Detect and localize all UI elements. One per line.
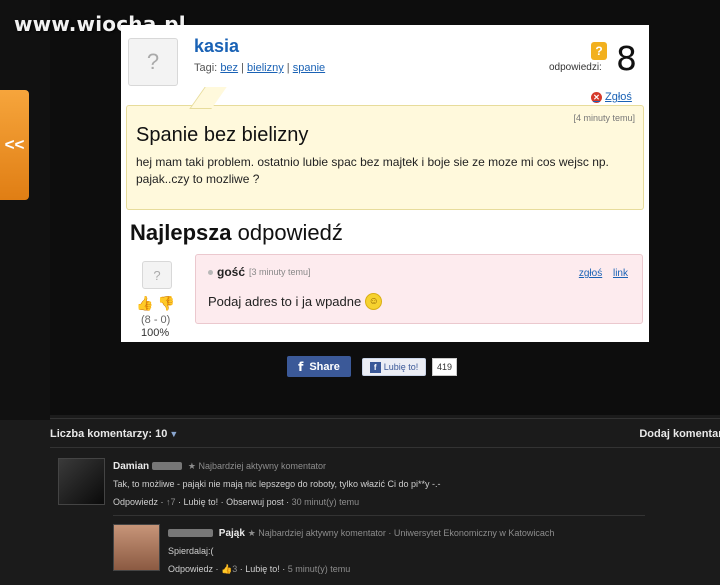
answers-count: 8: [616, 39, 637, 78]
status-dot-icon: [208, 269, 213, 275]
close-icon: ✕: [591, 91, 602, 103]
report-button[interactable]: ✕ Zgłoś: [591, 91, 632, 103]
comment-text: Spierdalaj:(: [168, 546, 214, 556]
comment-text: Tak, to możliwe - pająki nie mają nic le…: [113, 479, 441, 489]
comment-author-meta: ★ Najbardziej aktywny komentator: [187, 461, 327, 471]
best-answer-heading-rest: odpowiedź: [237, 220, 343, 245]
tags-label: Tagi:: [194, 62, 218, 74]
facebook-like-button[interactable]: f Lubię to!: [362, 358, 426, 376]
chevron-down-icon: ▼: [169, 429, 179, 439]
tag-link[interactable]: spanie: [293, 62, 325, 74]
like-label: Lubię to!: [383, 362, 419, 372]
question-card: ? kasia Tagi: bez | bielizny | spanie od…: [121, 25, 649, 342]
answer-text-row: Podaj adres to i ja wpadne ☺: [208, 293, 383, 310]
avatar[interactable]: [113, 524, 160, 571]
follow-link[interactable]: Obserwuj post: [226, 497, 284, 507]
answer-avatar: ?: [142, 261, 172, 289]
comment-author-meta: ★ Najbardziej aktywny komentator · Uniwe…: [247, 528, 555, 538]
answer-report-link[interactable]: zgłoś: [579, 268, 602, 279]
comments-bar: Liczba komentarzy: 10 ▼ Dodaj komentarz: [50, 418, 720, 448]
comment-header: Damian ★ Najbardziej aktywny komentator: [113, 461, 326, 472]
thumbs-up-icon: 👍: [221, 564, 233, 574]
smiley-icon: ☺: [365, 293, 383, 310]
comment-author[interactable]: Damian: [113, 461, 149, 472]
like-link[interactable]: Lubię to!: [184, 497, 219, 507]
avatar: ?: [128, 38, 178, 86]
comments-count-label: Liczba komentarzy: 10: [50, 428, 168, 440]
vote-buttons: 👍 👎: [136, 295, 175, 312]
question-title: Spanie bez bielizny: [136, 124, 309, 146]
answer-author: gość: [217, 265, 246, 279]
thumbs-down-icon[interactable]: 👎: [157, 295, 174, 312]
best-answer-heading-bold: Najlepsza: [130, 220, 232, 245]
left-sidebar: [0, 0, 50, 420]
redacted-surname: [152, 462, 183, 471]
answers-icon: ?: [591, 42, 607, 60]
comment-actions: Odpowiedz · 👍3 · Lubię to! · 5 minut(y) …: [168, 564, 351, 574]
facebook-icon: f: [298, 359, 304, 374]
answer-permalink[interactable]: link: [613, 268, 628, 279]
comment-author[interactable]: Pająk: [219, 528, 245, 539]
answer-time: [3 minuty temu]: [249, 267, 311, 277]
comment-divider: [113, 515, 645, 516]
tag-link[interactable]: bez: [220, 62, 238, 74]
like-count: 419: [432, 358, 458, 376]
share-label: Share: [309, 360, 340, 373]
tag-link[interactable]: bielizny: [247, 62, 284, 74]
answer-links: zgłoś link: [571, 268, 628, 279]
question-box: [4 minuty temu] Spanie bez bielizny hej …: [126, 105, 644, 210]
vote-percent: 100%: [141, 327, 170, 339]
avatar[interactable]: [58, 458, 105, 505]
reply-link[interactable]: Odpowiedz: [168, 564, 213, 574]
comment-time: 5 minut(y) temu: [287, 564, 351, 574]
comment-actions: Odpowiedz · ↑7 · Lubię to! · Obserwuj po…: [113, 497, 360, 507]
vote-count: 3: [232, 564, 238, 574]
thumbs-up-icon[interactable]: 👍: [136, 295, 153, 312]
question-mark-icon: ?: [146, 49, 160, 74]
facebook-share-button[interactable]: f Share: [287, 356, 351, 377]
like-link[interactable]: Lubię to!: [245, 564, 280, 574]
comments-count[interactable]: Liczba komentarzy: 10 ▼: [50, 428, 178, 440]
question-author[interactable]: kasia: [194, 36, 239, 57]
add-comment-link[interactable]: Dodaj komentarz: [639, 428, 720, 440]
comment-time: 30 minut(y) temu: [291, 497, 360, 507]
best-answer-box: gość [3 minuty temu] zgłoś link Podaj ad…: [195, 254, 643, 324]
reply-link[interactable]: Odpowiedz: [113, 497, 158, 507]
question-time: [4 minuty temu]: [573, 113, 635, 123]
answer-author-row: gość [3 minuty temu]: [208, 265, 311, 279]
comment-header: Pająk ★ Najbardziej aktywny komentator ·…: [168, 528, 554, 539]
question-body: hej mam taki problem. ostatnio lubie spa…: [136, 155, 609, 186]
tags-row: Tagi: bez | bielizny | spanie: [194, 62, 326, 74]
back-button[interactable]: <<: [0, 90, 29, 200]
answer-text: Podaj adres to i ja wpadne: [208, 294, 362, 309]
facebook-icon: f: [369, 361, 381, 373]
vote-score: (8 - 0): [141, 314, 171, 326]
redacted-name: [168, 529, 213, 538]
question-mark-icon: ?: [153, 267, 161, 283]
best-answer-heading: Najlepsza odpowiedź: [130, 220, 343, 246]
report-label: Zgłoś: [605, 91, 632, 103]
answers-label: odpowiedzi:: [549, 62, 602, 73]
vote-count: ↑7: [166, 497, 176, 507]
